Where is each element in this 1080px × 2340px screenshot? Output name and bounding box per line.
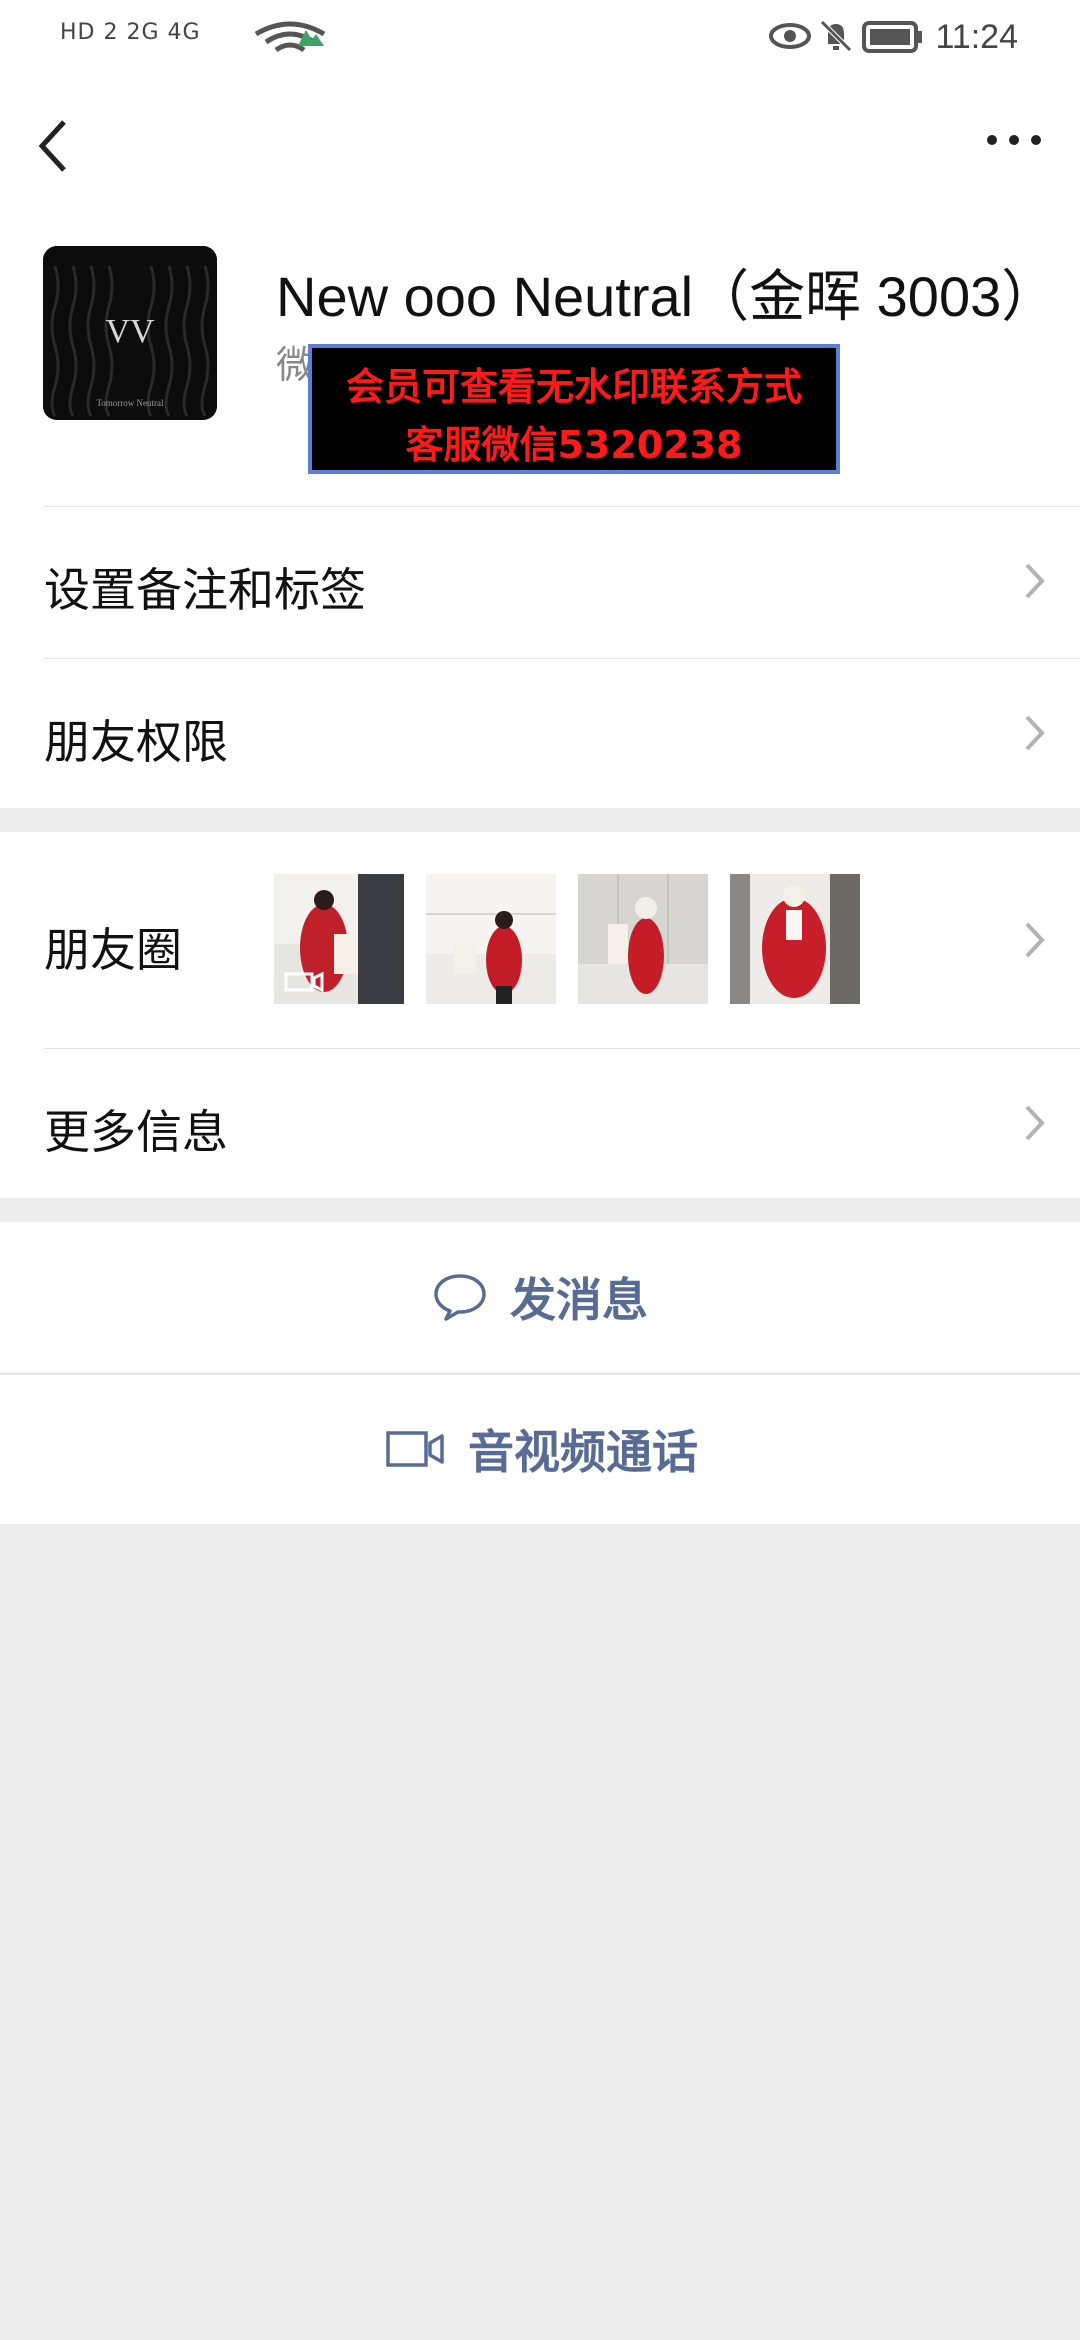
- friend-permissions-label: 朋友权限: [44, 715, 228, 769]
- chevron-right-icon: [1025, 563, 1045, 599]
- video-camera-icon: [386, 1431, 444, 1467]
- send-message-content: 发消息: [432, 1222, 648, 1372]
- divider: [44, 506, 1080, 507]
- status-indicators: HD 2 2G 4G: [60, 20, 201, 45]
- status-bar: HD 2 2G 4G 11:24: [0, 0, 1080, 76]
- divider: [44, 1048, 1080, 1049]
- moments-thumbnail: [426, 874, 556, 1004]
- avatar-pattern-image: VV Tomorrow Neutral: [43, 246, 217, 420]
- video-call-label: 音视频通话: [468, 1425, 698, 1479]
- eye-icon: [769, 23, 811, 49]
- chevron-right-icon: [1025, 715, 1045, 751]
- moments-row[interactable]: 朋友圈: [0, 832, 1080, 1048]
- chevron-right-icon: [1025, 1105, 1045, 1141]
- avatar-logo-text: VV: [105, 313, 155, 350]
- remark-and-tags-label: 设置备注和标签: [44, 563, 366, 617]
- friend-permissions-row[interactable]: 朋友权限: [0, 658, 1080, 808]
- moments-thumbnail: [578, 874, 708, 1004]
- more-info-label: 更多信息: [44, 1105, 228, 1159]
- watermark-overlay: 会员可查看无水印联系方式 客服微信5320238: [308, 344, 840, 474]
- divider: [44, 658, 1080, 659]
- moments-label: 朋友圈: [44, 923, 182, 977]
- app-notification-icon: [298, 30, 324, 46]
- battery-icon: [862, 21, 922, 53]
- profile-header: VV Tomorrow Neutral New ooo Neutral（金晖 3…: [0, 206, 1080, 506]
- moments-thumbnail: [274, 874, 404, 1004]
- avatar[interactable]: VV Tomorrow Neutral: [43, 246, 217, 420]
- contact-nickname: New ooo Neutral（金晖 3003）: [276, 265, 1058, 328]
- moments-thumbnail: [730, 874, 860, 1004]
- mute-bell-icon: [820, 20, 852, 52]
- avatar-logo-subtext: Tomorrow Neutral: [96, 398, 164, 408]
- video-call-button[interactable]: 音视频通话: [0, 1374, 1080, 1524]
- chat-bubble-icon: [434, 1274, 486, 1321]
- watermark-line-1: 会员可查看无水印联系方式: [345, 365, 802, 409]
- chevron-right-icon: [1025, 922, 1045, 958]
- more-options-icon[interactable]: [984, 128, 1044, 152]
- remark-and-tags-row[interactable]: 设置备注和标签: [0, 506, 1080, 658]
- back-arrow-icon[interactable]: [34, 116, 74, 176]
- watermark-line-2: 客服微信5320238: [405, 423, 743, 467]
- more-info-row[interactable]: 更多信息: [0, 1048, 1080, 1198]
- send-message-label: 发消息: [510, 1273, 648, 1327]
- nav-bar: [0, 76, 1080, 206]
- send-message-button[interactable]: 发消息: [0, 1222, 1080, 1372]
- video-call-content: 音视频通话: [386, 1374, 698, 1524]
- clock: 11:24: [935, 18, 1018, 56]
